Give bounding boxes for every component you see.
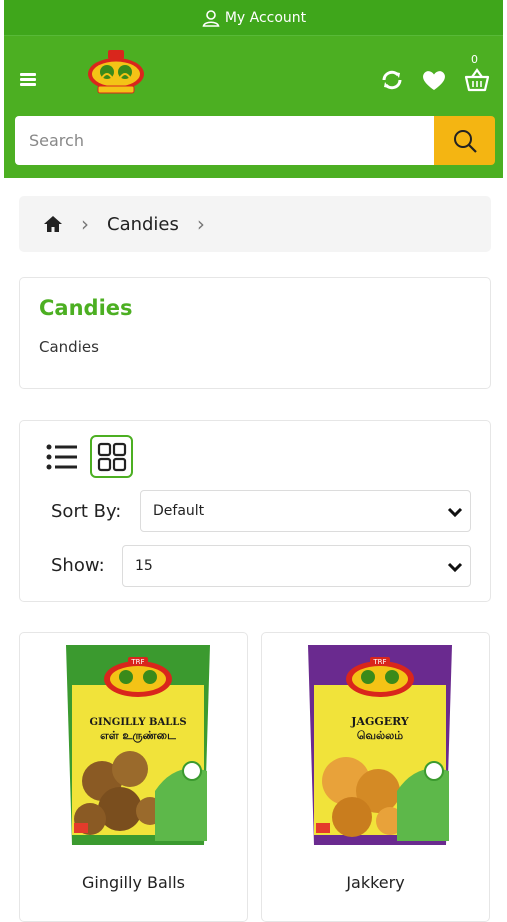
user-icon[interactable] xyxy=(201,8,221,28)
search-icon xyxy=(453,129,477,153)
top-bar: My Account xyxy=(4,0,503,36)
product-image[interactable]: TRF GINGILLY BALLS எள் உருண்டை xyxy=(60,641,216,851)
product-card[interactable]: TRF GINGILLY BALLS எள் உருண்டை Gingilly … xyxy=(19,632,248,922)
cart-basket-icon[interactable] xyxy=(463,66,491,94)
breadcrumb: › Candies › xyxy=(19,196,491,252)
my-account-link[interactable]: My Account xyxy=(225,10,306,26)
category-title: Candies xyxy=(39,296,133,320)
product-card[interactable]: TRF JAGGERY வெல்லம் Jakkery xyxy=(261,632,490,922)
sort-by-select[interactable]: Default xyxy=(140,490,471,532)
product-name[interactable]: Gingilly Balls xyxy=(20,873,247,892)
search-bar xyxy=(15,116,495,165)
menu-icon[interactable] xyxy=(20,73,36,86)
home-icon[interactable] xyxy=(43,215,63,233)
chevron-down-icon xyxy=(447,507,463,518)
cart-count-badge: 0 xyxy=(471,53,478,66)
chevron-down-icon xyxy=(447,562,463,573)
show-label: Show: xyxy=(51,555,105,576)
pack-brand-text: TRF xyxy=(130,658,144,666)
search-button[interactable] xyxy=(434,116,495,165)
list-view-button[interactable] xyxy=(40,435,83,478)
show-count-select[interactable]: 15 xyxy=(122,545,471,587)
pack-brand-text: TRF xyxy=(372,658,386,666)
pack-title-text: GINGILLY BALLS xyxy=(89,717,186,728)
product-image[interactable]: TRF JAGGERY வெல்லம் xyxy=(302,641,458,851)
chevron-right-icon: › xyxy=(196,212,205,236)
sort-by-label: Sort By: xyxy=(51,501,122,522)
product-toolbar: Sort By: Default Show: 15 xyxy=(19,420,491,602)
show-count-value: 15 xyxy=(135,558,153,574)
pack-title-text: JAGGERY xyxy=(350,715,409,728)
brand-logo[interactable] xyxy=(86,48,146,96)
grid-view-icon xyxy=(97,442,126,471)
product-name[interactable]: Jakkery xyxy=(262,873,489,892)
pack-subtitle-text: எள் உருண்டை xyxy=(100,729,176,743)
chevron-right-icon: › xyxy=(81,212,89,236)
category-description: Candies xyxy=(39,338,99,356)
wishlist-heart-icon[interactable] xyxy=(420,66,448,94)
site-header: 0 xyxy=(4,36,503,178)
pack-subtitle-text: வெல்லம் xyxy=(357,729,403,742)
grid-view-button[interactable] xyxy=(90,435,133,478)
list-view-icon xyxy=(46,444,77,469)
search-input[interactable] xyxy=(15,116,434,165)
sort-by-value: Default xyxy=(153,503,205,519)
category-info-card: Candies Candies xyxy=(19,277,491,389)
compare-icon[interactable] xyxy=(378,66,406,94)
breadcrumb-item-candies[interactable]: Candies xyxy=(107,214,179,235)
